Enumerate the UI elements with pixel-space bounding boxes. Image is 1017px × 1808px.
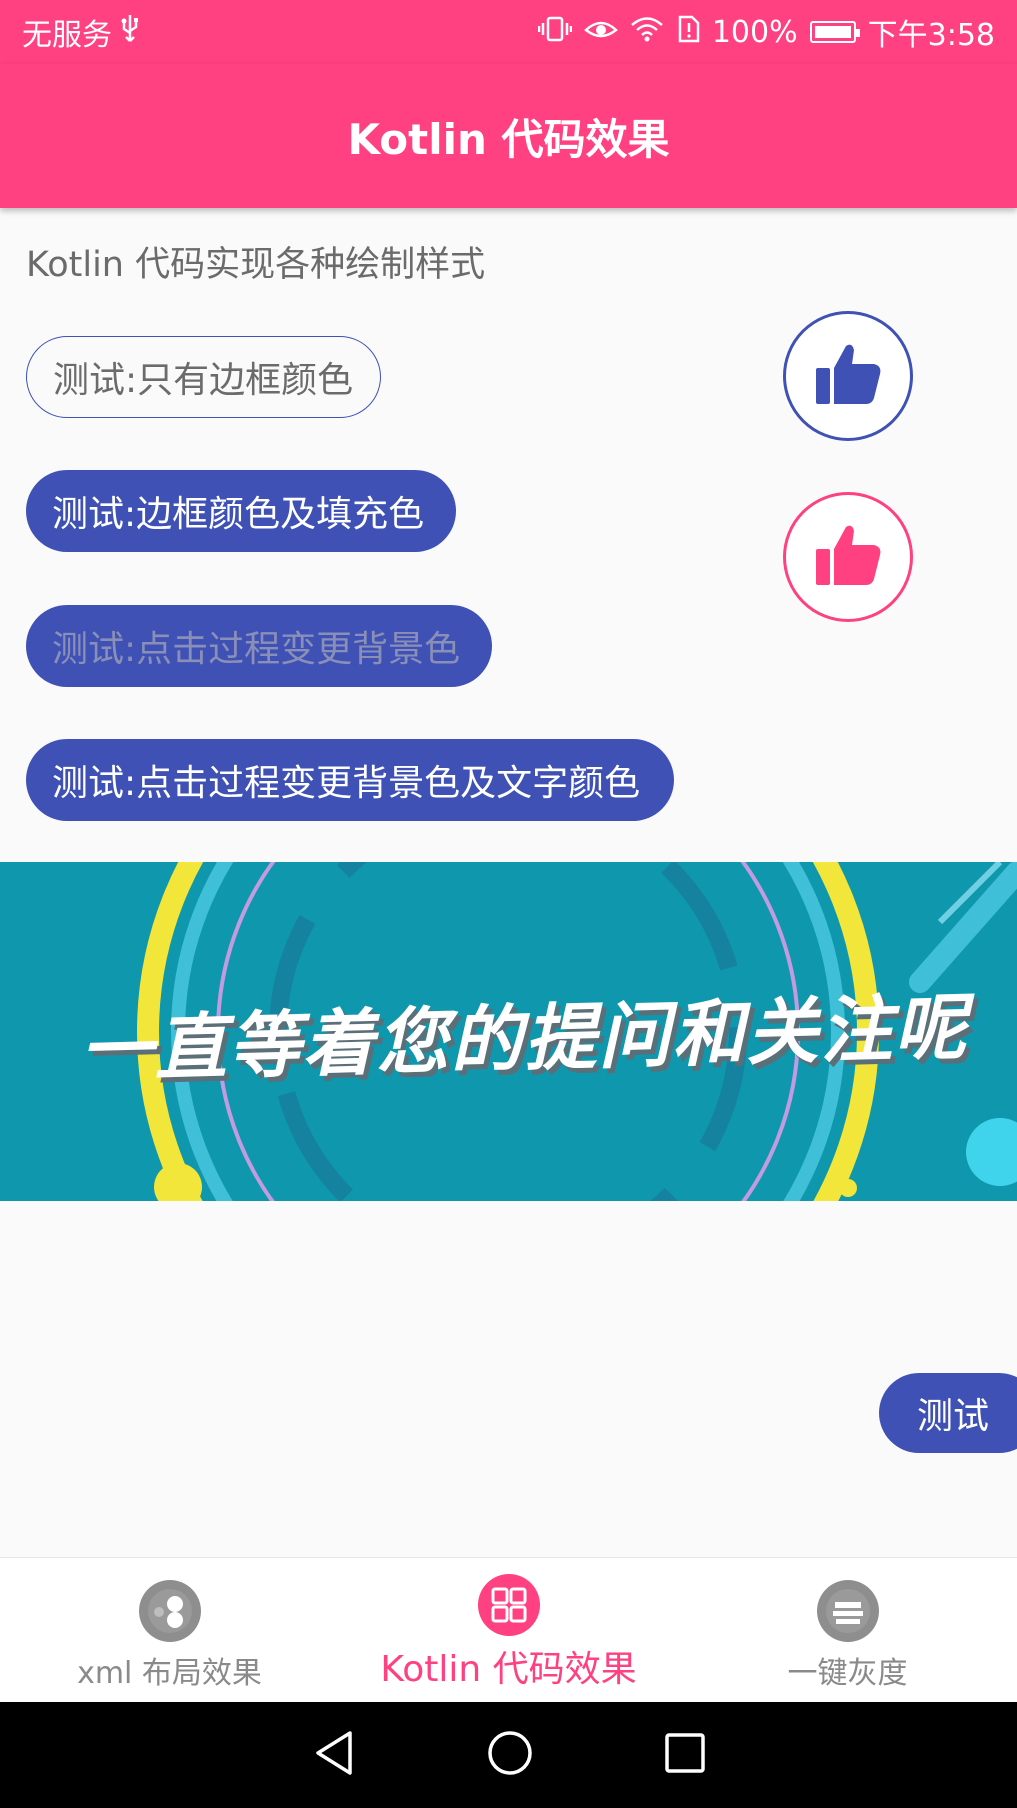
content-subtitle: Kotlin 代码实现各种绘制样式 (26, 245, 486, 285)
app-bar: Kotlin 代码效果 (0, 64, 1017, 208)
press-bg-button[interactable]: 测试:点击过程变更背景色 (26, 605, 492, 687)
nav-item-kotlin-code[interactable]: Kotlin 代码效果 (339, 1558, 678, 1703)
clock: 下午3:58 (867, 18, 995, 53)
press-bg-text-button[interactable]: 测试:点击过程变更背景色及文字颜色 (26, 739, 674, 821)
status-left: 无服务 (22, 10, 140, 54)
thumbs-up-icon (812, 519, 884, 595)
bottom-nav: xml 布局效果 Kotlin 代码效果 一键灰度 (0, 1557, 1017, 1702)
thumbs-up-icon (812, 338, 884, 414)
union-lotto-icon (816, 1580, 879, 1642)
status-bar: 无服务 100% 下午3:58 (0, 0, 1017, 64)
recents-icon[interactable] (664, 1732, 706, 1778)
nav-item-xml-layout[interactable]: xml 布局效果 (0, 1558, 339, 1703)
usb-icon (120, 13, 140, 51)
sim-alert-icon (676, 15, 700, 50)
like-button-pink[interactable] (783, 492, 913, 622)
battery-percent: 100% (711, 14, 798, 50)
grid-icon (477, 1574, 540, 1636)
wifi-icon (630, 15, 664, 50)
eye-icon (583, 16, 618, 49)
border-fill-button[interactable]: 测试:边框颜色及填充色 (26, 470, 456, 552)
back-icon[interactable] (312, 1729, 356, 1781)
nav-label: Kotlin 代码效果 (380, 1649, 637, 1690)
nav-label: xml 布局效果 (77, 1656, 262, 1691)
nav-label: 一键灰度 (787, 1656, 908, 1691)
banner-image[interactable]: 一直等着您的提问和关注呢 (0, 862, 1017, 1201)
vibrate-icon (537, 15, 573, 50)
banner-text: 一直等着您的提问和关注呢 (79, 985, 970, 1093)
nav-item-gray-mode[interactable]: 一键灰度 (678, 1558, 1017, 1703)
like-button-blue[interactable] (783, 311, 913, 441)
lottery-ball-icon (138, 1580, 201, 1642)
border-only-button[interactable]: 测试:只有边框颜色 (26, 336, 381, 418)
home-icon[interactable] (486, 1729, 534, 1781)
status-right: 100% 下午3:58 (537, 10, 995, 54)
page-title: Kotlin 代码效果 (347, 114, 670, 164)
battery-icon (809, 21, 860, 43)
test-button[interactable]: 测试 (879, 1373, 1017, 1453)
carrier-text: 无服务 (22, 18, 112, 53)
system-nav-bar (0, 1702, 1017, 1808)
